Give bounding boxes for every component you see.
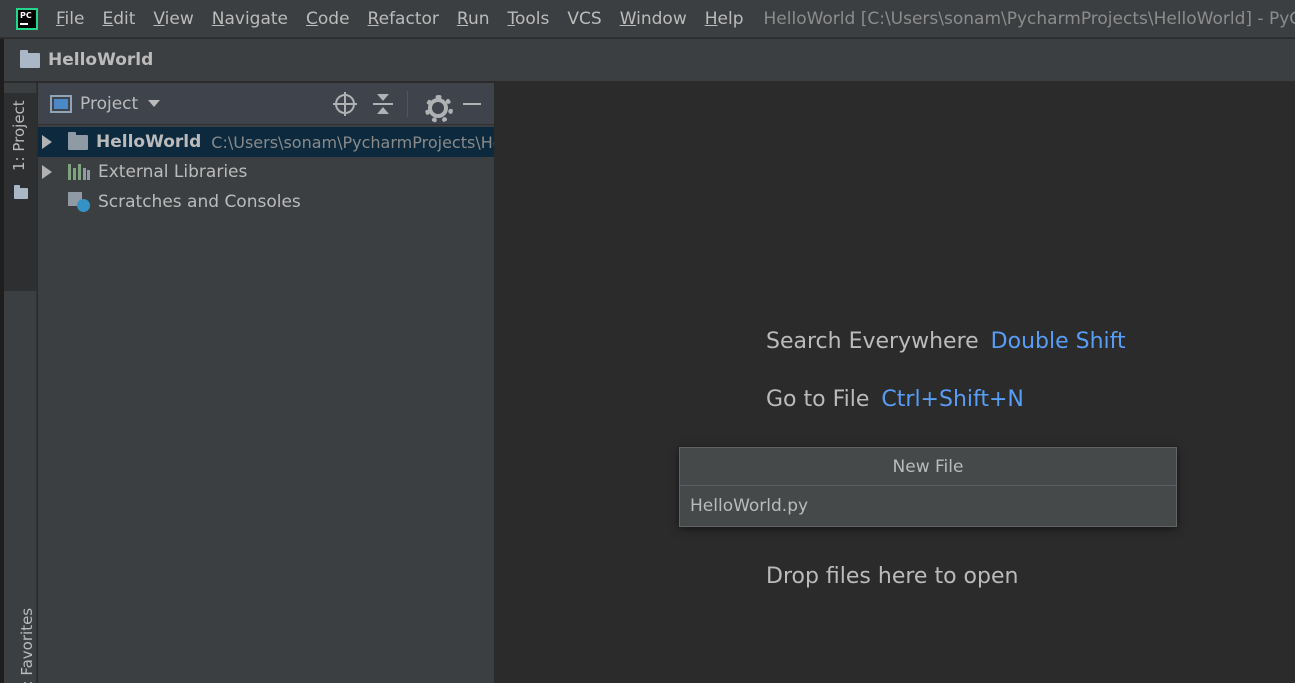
window-title: HelloWorld [C:\Users\sonam\PycharmProjec…	[763, 8, 1295, 29]
logo-text: PC	[20, 10, 32, 25]
project-view-selector[interactable]: Project	[80, 94, 138, 114]
tree-item-scratches[interactable]: Scratches and Consoles	[38, 187, 494, 217]
folder-icon	[68, 131, 88, 150]
toolbar-divider	[407, 91, 408, 117]
hint-search-everywhere: Search Everywhere Double Shift	[766, 329, 1126, 354]
tree-item-label: Scratches and Consoles	[98, 192, 301, 212]
tree-item-label: HelloWorld	[96, 132, 202, 152]
project-window-icon	[50, 94, 72, 113]
editor-empty-area: Search Everywhere Double Shift Go to File…	[496, 83, 1295, 683]
locate-target-icon[interactable]	[333, 92, 357, 116]
shortcut-text: Ctrl+Shift+N	[881, 387, 1024, 412]
tree-item-path: C:\Users\sonam\PycharmProjects\HelloWorl…	[211, 132, 494, 152]
favorites-tab-label[interactable]: 2: Favorites	[18, 608, 36, 683]
menu-window[interactable]: Window	[620, 9, 687, 29]
new-file-dialog: New File	[679, 447, 1177, 527]
chevron-down-icon[interactable]	[148, 100, 161, 107]
gear-icon[interactable]	[422, 92, 453, 123]
project-tool-window: Project HelloWorld C:\Users\sonam\Pychar…	[38, 83, 495, 683]
tree-item-helloworld[interactable]: HelloWorld C:\Users\sonam\PycharmProject…	[38, 127, 494, 157]
menu-code[interactable]: Code	[306, 9, 350, 29]
expand-arrow-icon[interactable]	[42, 165, 52, 179]
minimize-icon[interactable]	[460, 92, 484, 116]
menu-run[interactable]: Run	[457, 9, 490, 29]
libraries-icon	[68, 164, 90, 180]
hint-go-to-file: Go to File Ctrl+Shift+N	[766, 387, 1024, 412]
left-tool-stripe: 1: Project 2: Favorites	[4, 83, 37, 683]
shortcut-text: Double Shift	[990, 329, 1126, 354]
pycharm-logo-icon: PC	[16, 7, 38, 30]
navigation-bar: HelloWorld	[4, 39, 1295, 82]
menu-view[interactable]: View	[153, 9, 193, 29]
file-name-input[interactable]	[680, 486, 1176, 526]
menu-refactor[interactable]: Refactor	[368, 9, 439, 29]
menu-help[interactable]: Help	[705, 9, 744, 29]
menu-navigate[interactable]: Navigate	[212, 9, 288, 29]
menu-bar: PC File Edit View Navigate Code Refactor…	[0, 0, 1295, 38]
dialog-title: New File	[680, 448, 1176, 486]
collapse-all-icon[interactable]	[371, 92, 395, 116]
project-tool-tab[interactable]: 1: Project	[4, 93, 37, 291]
project-panel-toolbar	[319, 83, 484, 125]
hint-drop-files: Drop files here to open	[766, 564, 1019, 589]
breadcrumb-project[interactable]: HelloWorld	[48, 50, 153, 70]
project-tree: HelloWorld C:\Users\sonam\PycharmProject…	[38, 125, 494, 217]
tree-item-external-libraries[interactable]: External Libraries	[38, 157, 494, 187]
scratches-icon	[68, 192, 90, 212]
project-panel-header: Project	[38, 83, 494, 125]
menu-edit[interactable]: Edit	[102, 9, 135, 29]
tree-item-label: External Libraries	[98, 162, 248, 182]
menu-vcs[interactable]: VCS	[567, 9, 601, 29]
menu-file[interactable]: File	[56, 9, 84, 29]
project-tab-label: 1: Project	[10, 100, 28, 171]
folder-icon	[14, 185, 28, 199]
folder-icon	[20, 49, 40, 68]
expand-arrow-icon[interactable]	[42, 135, 52, 149]
menu-tools[interactable]: Tools	[508, 9, 550, 29]
